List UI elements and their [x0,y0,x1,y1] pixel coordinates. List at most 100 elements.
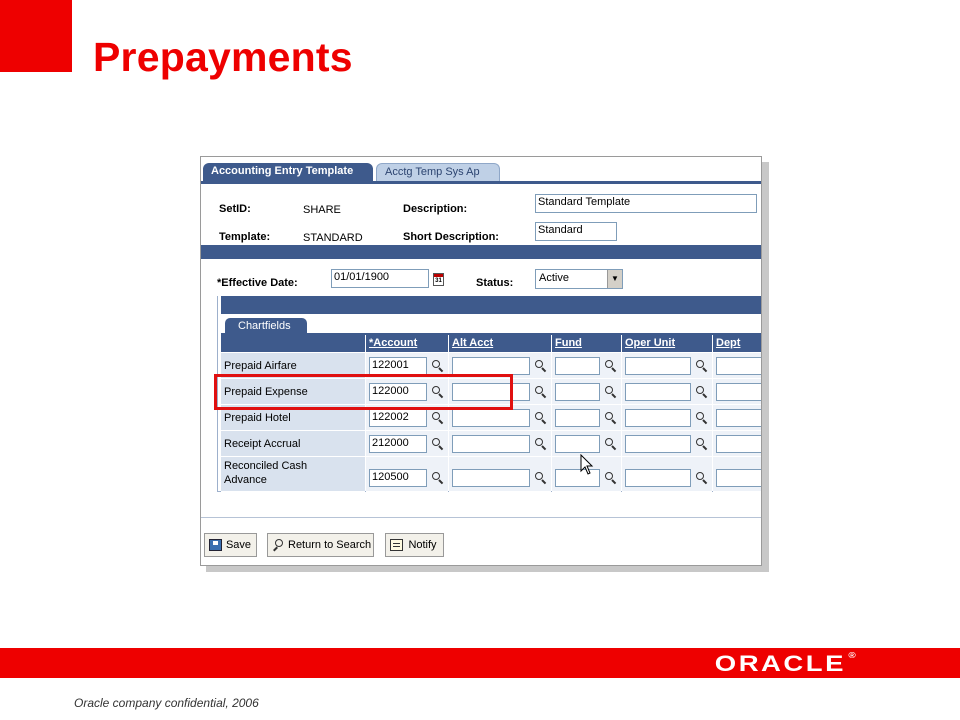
highlight-box [214,374,513,410]
tab-acctg-temp-sys-ap[interactable]: Acctg Temp Sys Ap [376,163,500,181]
col-fund[interactable]: Fund [552,335,621,352]
status-select[interactable]: Active ▼ [535,269,623,289]
lookup-magnifier-icon[interactable] [432,438,444,451]
lookup-magnifier-icon[interactable] [535,386,547,399]
lookup-magnifier-icon[interactable] [605,386,617,399]
account-input[interactable]: 212000 [369,435,427,453]
mouse-pointer-icon [580,454,594,475]
subtab-chartfields[interactable]: Chartfields [225,318,307,334]
lookup-magnifier-icon[interactable] [696,472,708,485]
alt-acct-input[interactable] [452,435,530,453]
account-input[interactable]: 122001 [369,357,427,375]
dept-input[interactable] [716,435,761,453]
account-input[interactable]: 122002 [369,409,427,427]
oracle-logo: ORACLE ® [715,651,856,676]
alt-acct-input[interactable] [452,409,530,427]
brand-red-square [0,0,72,72]
oper-unit-input[interactable] [625,383,691,401]
alt-acct-input[interactable] [452,357,530,375]
col-account[interactable]: *Account [366,335,448,352]
notify-button[interactable]: Notify [385,533,444,557]
grid-cell [713,379,761,405]
grid-cell [713,431,761,457]
return-search-icon [272,539,285,552]
alt-acct-input[interactable] [452,469,530,487]
dept-input[interactable] [716,469,761,487]
dept-input[interactable] [716,357,761,375]
col-dept[interactable]: Dept [713,335,761,352]
dept-input[interactable] [716,383,761,401]
grid-cell [449,431,551,457]
lookup-magnifier-icon[interactable] [696,386,708,399]
effective-date-band [201,245,761,259]
grid-cell [713,405,761,431]
grid-cell [622,457,712,492]
return-to-search-button[interactable]: Return to Search [267,533,374,557]
save-icon [209,539,222,551]
lookup-magnifier-icon[interactable] [605,438,617,451]
grid-cell [622,405,712,431]
notify-icon [390,539,403,551]
grid-cell [713,457,761,492]
lookup-magnifier-icon[interactable] [605,472,617,485]
page-tabs: Accounting Entry Template Acctg Temp Sys… [201,163,761,183]
short-description-field[interactable]: Standard [535,222,617,241]
oper-unit-input[interactable] [625,435,691,453]
slide-title: Prepayments [93,34,353,80]
lookup-magnifier-icon[interactable] [535,412,547,425]
lookup-magnifier-icon[interactable] [696,360,708,373]
lookup-magnifier-icon[interactable] [535,438,547,451]
effective-date-label: *Effective Date: [217,277,298,289]
save-button[interactable]: Save [204,533,257,557]
dept-input[interactable] [716,409,761,427]
col-oper-unit[interactable]: Oper Unit [622,335,712,352]
grid-cell [552,379,621,405]
peoplesoft-window: Accounting Entry Template Acctg Temp Sys… [200,156,762,566]
lookup-magnifier-icon[interactable] [605,360,617,373]
lookup-magnifier-icon[interactable] [432,472,444,485]
grid-cell [449,457,551,492]
fund-input[interactable] [555,435,600,453]
lookup-magnifier-icon[interactable] [432,412,444,425]
row-label-line1: Reconciled Cash [224,460,308,472]
col-alt-acct[interactable]: Alt Acct [449,335,551,352]
effective-date-field[interactable]: 01/01/1900 [331,269,429,288]
oper-unit-input[interactable] [625,469,691,487]
grid-cell [552,353,621,379]
table-row: Reconciled Cash Advance [221,457,365,492]
table-row: Receipt Accrual [221,431,365,457]
setid-value: SHARE [303,204,341,216]
chevron-down-icon[interactable]: ▼ [607,270,622,288]
description-label: Description: [403,203,468,215]
tab-underline [201,181,761,184]
grid-cell: 212000 [366,431,448,457]
fund-input[interactable] [555,409,600,427]
calendar-icon[interactable]: 31 [433,273,444,286]
oper-unit-input[interactable] [625,357,691,375]
status-value: Active [539,272,569,284]
row-label-line2: Advance [224,474,267,486]
footer-confidential: Oracle company confidential, 2006 [74,696,259,710]
lookup-magnifier-icon[interactable] [696,412,708,425]
template-label: Template: [219,231,271,243]
description-field[interactable]: Standard Template [535,194,757,213]
grid-cell [622,431,712,457]
lookup-magnifier-icon[interactable] [605,412,617,425]
lookup-magnifier-icon[interactable] [696,438,708,451]
grid-head-blank [221,335,365,352]
fund-input[interactable] [555,383,600,401]
lookup-magnifier-icon[interactable] [535,472,547,485]
account-input[interactable]: 120500 [369,469,427,487]
lookup-magnifier-icon[interactable] [432,360,444,373]
button-bar-rule [201,517,761,518]
status-label: Status: [476,277,514,289]
template-value: STANDARD [303,232,363,244]
tab-accounting-entry-template[interactable]: Accounting Entry Template [203,163,373,181]
short-description-label: Short Description: [403,231,499,243]
grid-cell [622,353,712,379]
fund-input[interactable] [555,357,600,375]
grid-cell [552,405,621,431]
oper-unit-input[interactable] [625,409,691,427]
lookup-magnifier-icon[interactable] [535,360,547,373]
grid-cell [622,379,712,405]
